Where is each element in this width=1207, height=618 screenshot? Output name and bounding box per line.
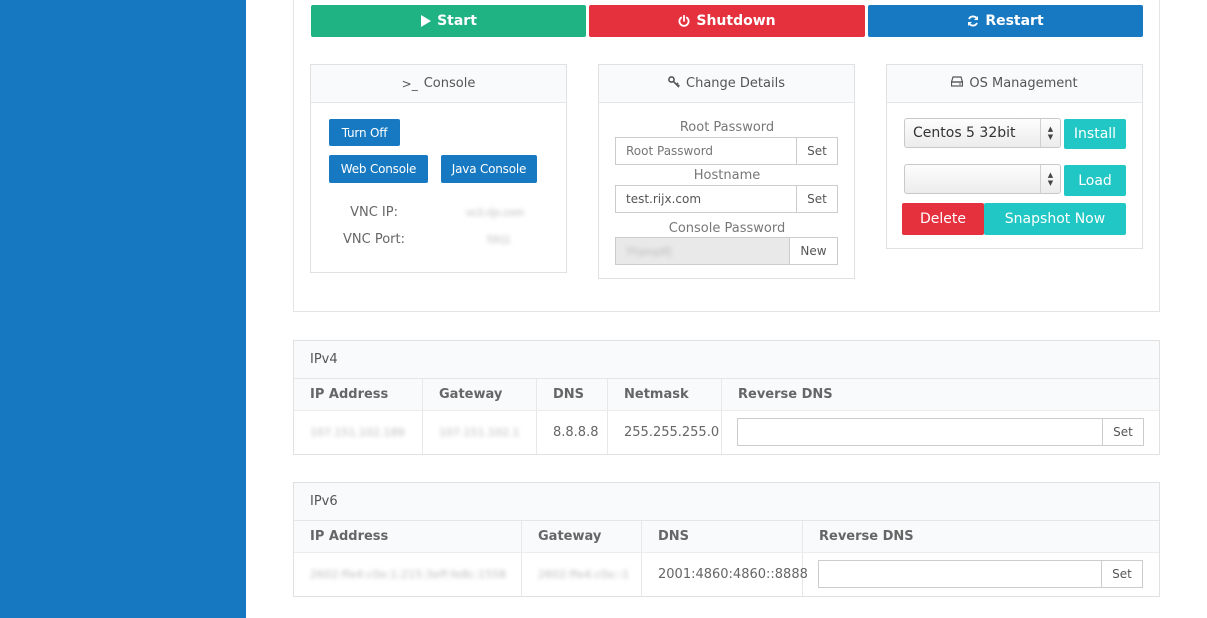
install-button[interactable]: Install	[1064, 119, 1126, 149]
ipv6-header-gateway: Gateway	[522, 521, 642, 552]
ipv4-rdns-input[interactable]	[737, 418, 1104, 446]
ipv6-ip-cell: 2602:ffe4:c0e:1:215:3eff:fe8c:1558	[294, 553, 522, 596]
ipv6-gateway-cell: 2602:ffe4:c0e::1	[522, 553, 642, 596]
turn-off-label: Turn Off	[341, 125, 388, 140]
vnc-ip-label: VNC IP:	[350, 205, 398, 220]
turn-off-button[interactable]: Turn Off	[329, 119, 400, 146]
ipv4-header-rdns: Reverse DNS	[738, 387, 833, 402]
snapshot-select[interactable]: ▲ ▼	[904, 164, 1061, 194]
vnc-ip-value: vc3.rijx.com	[466, 207, 525, 219]
ipv4-header-dns: DNS	[537, 379, 608, 410]
root-password-label: Root Password	[679, 120, 775, 135]
change-details-header: Change Details	[599, 65, 854, 103]
table-row: 107.151.102.189 107.151.102.1 8.8.8.8 25…	[294, 411, 1159, 454]
root-password-set-button[interactable]: Set	[796, 137, 838, 165]
terminal-icon: >_	[401, 76, 418, 91]
os-select[interactable]: Centos 5 32bit ▲ ▼	[904, 118, 1061, 148]
os-management-panel: OS Management Centos 5 32bit ▲ ▼ Install …	[886, 64, 1143, 249]
snapshot-now-button[interactable]: Snapshot Now	[984, 203, 1126, 235]
console-panel-header: >_ Console	[311, 65, 566, 103]
console-password-value: Ytqoqdfj	[626, 244, 672, 258]
select-arrows-icon: ▲ ▼	[1040, 165, 1060, 193]
ipv6-header-rdns: Reverse DNS	[819, 529, 914, 544]
load-label: Load	[1078, 172, 1112, 189]
vnc-port-label: VNC Port:	[343, 232, 405, 247]
install-label: Install	[1073, 126, 1117, 142]
ipv4-rdns-cell: Set	[722, 411, 1159, 454]
ipv4-title: IPv4	[294, 341, 1159, 379]
ipv6-header-ip: IP Address	[294, 521, 522, 552]
web-console-button[interactable]: Web Console	[329, 155, 428, 183]
delete-snapshot-button[interactable]: Delete	[902, 203, 984, 235]
hostname-set-button[interactable]: Set	[796, 185, 838, 213]
os-select-value: Centos 5 32bit	[913, 125, 1016, 141]
console-password-field: Ytqoqdfj	[615, 237, 791, 265]
ipv6-gateway-value: 2602:ffe4:c0e::1	[538, 568, 629, 581]
os-management-title: OS Management	[969, 76, 1078, 91]
sidebar	[0, 0, 246, 618]
ipv4-header-ip: IP Address	[294, 379, 423, 410]
ipv4-dns-value: 8.8.8.8	[537, 411, 608, 454]
hostname-label: Hostname	[693, 168, 761, 183]
console-title: Console	[423, 76, 476, 91]
table-row: 2602:ffe4:c0e:1:215:3eff:fe8c:1558 2602:…	[294, 553, 1159, 596]
change-details-panel: Change Details Root Password Set Hostnam…	[598, 64, 855, 279]
snapshot-now-label: Snapshot Now	[1004, 211, 1106, 227]
java-console-button[interactable]: Java Console	[441, 155, 537, 183]
ipv6-header-row: IP Address Gateway DNS Reverse DNS	[294, 521, 1159, 553]
ipv4-rdns-set-button[interactable]: Set	[1102, 418, 1144, 446]
java-console-label: Java Console	[451, 162, 527, 176]
ipv6-dns-value: 2001:4860:4860::8888	[642, 553, 808, 596]
console-password-label: Console Password	[668, 221, 786, 236]
vnc-port-value: 5911	[487, 234, 511, 246]
os-management-header: OS Management	[887, 65, 1142, 103]
ipv4-table: IPv4 IP Address Gateway DNS Netmask Reve…	[293, 340, 1160, 455]
delete-label: Delete	[920, 211, 966, 227]
ipv6-header-dns: DNS	[642, 521, 803, 552]
ipv4-gateway-cell: 107.151.102.1	[423, 411, 537, 454]
change-details-title: Change Details	[686, 76, 785, 91]
ipv6-rdns-cell: Set	[803, 553, 1159, 596]
hostname-input[interactable]	[615, 185, 798, 213]
ipv4-header-netmask: Netmask	[608, 379, 722, 410]
select-arrows-icon: ▲ ▼	[1040, 119, 1060, 147]
ipv4-ip-value: 107.151.102.189	[310, 426, 405, 439]
ipv4-ip-cell: 107.151.102.189	[294, 411, 423, 454]
console-panel: >_ Console Turn Off Web Console Java Con…	[310, 64, 567, 273]
ipv6-table: IPv6 IP Address Gateway DNS Reverse DNS …	[293, 482, 1160, 597]
ipv6-rdns-input[interactable]	[818, 560, 1103, 588]
console-password-new-button[interactable]: New	[789, 237, 838, 265]
drive-icon	[951, 76, 964, 91]
ipv4-netmask-value: 255.255.255.0	[608, 411, 722, 454]
ipv6-ip-value: 2602:ffe4:c0e:1:215:3eff:fe8c:1558	[310, 568, 507, 581]
ipv4-header-row: IP Address Gateway DNS Netmask Reverse D…	[294, 379, 1159, 411]
ipv4-gateway-value: 107.151.102.1	[439, 426, 520, 439]
load-button[interactable]: Load	[1064, 165, 1126, 196]
ipv4-header-gateway: Gateway	[423, 379, 537, 410]
key-icon	[668, 75, 680, 92]
ipv6-rdns-set-button[interactable]: Set	[1101, 560, 1143, 588]
web-console-label: Web Console	[340, 162, 417, 176]
ipv6-title: IPv6	[294, 483, 1159, 521]
root-password-input[interactable]	[615, 137, 798, 165]
